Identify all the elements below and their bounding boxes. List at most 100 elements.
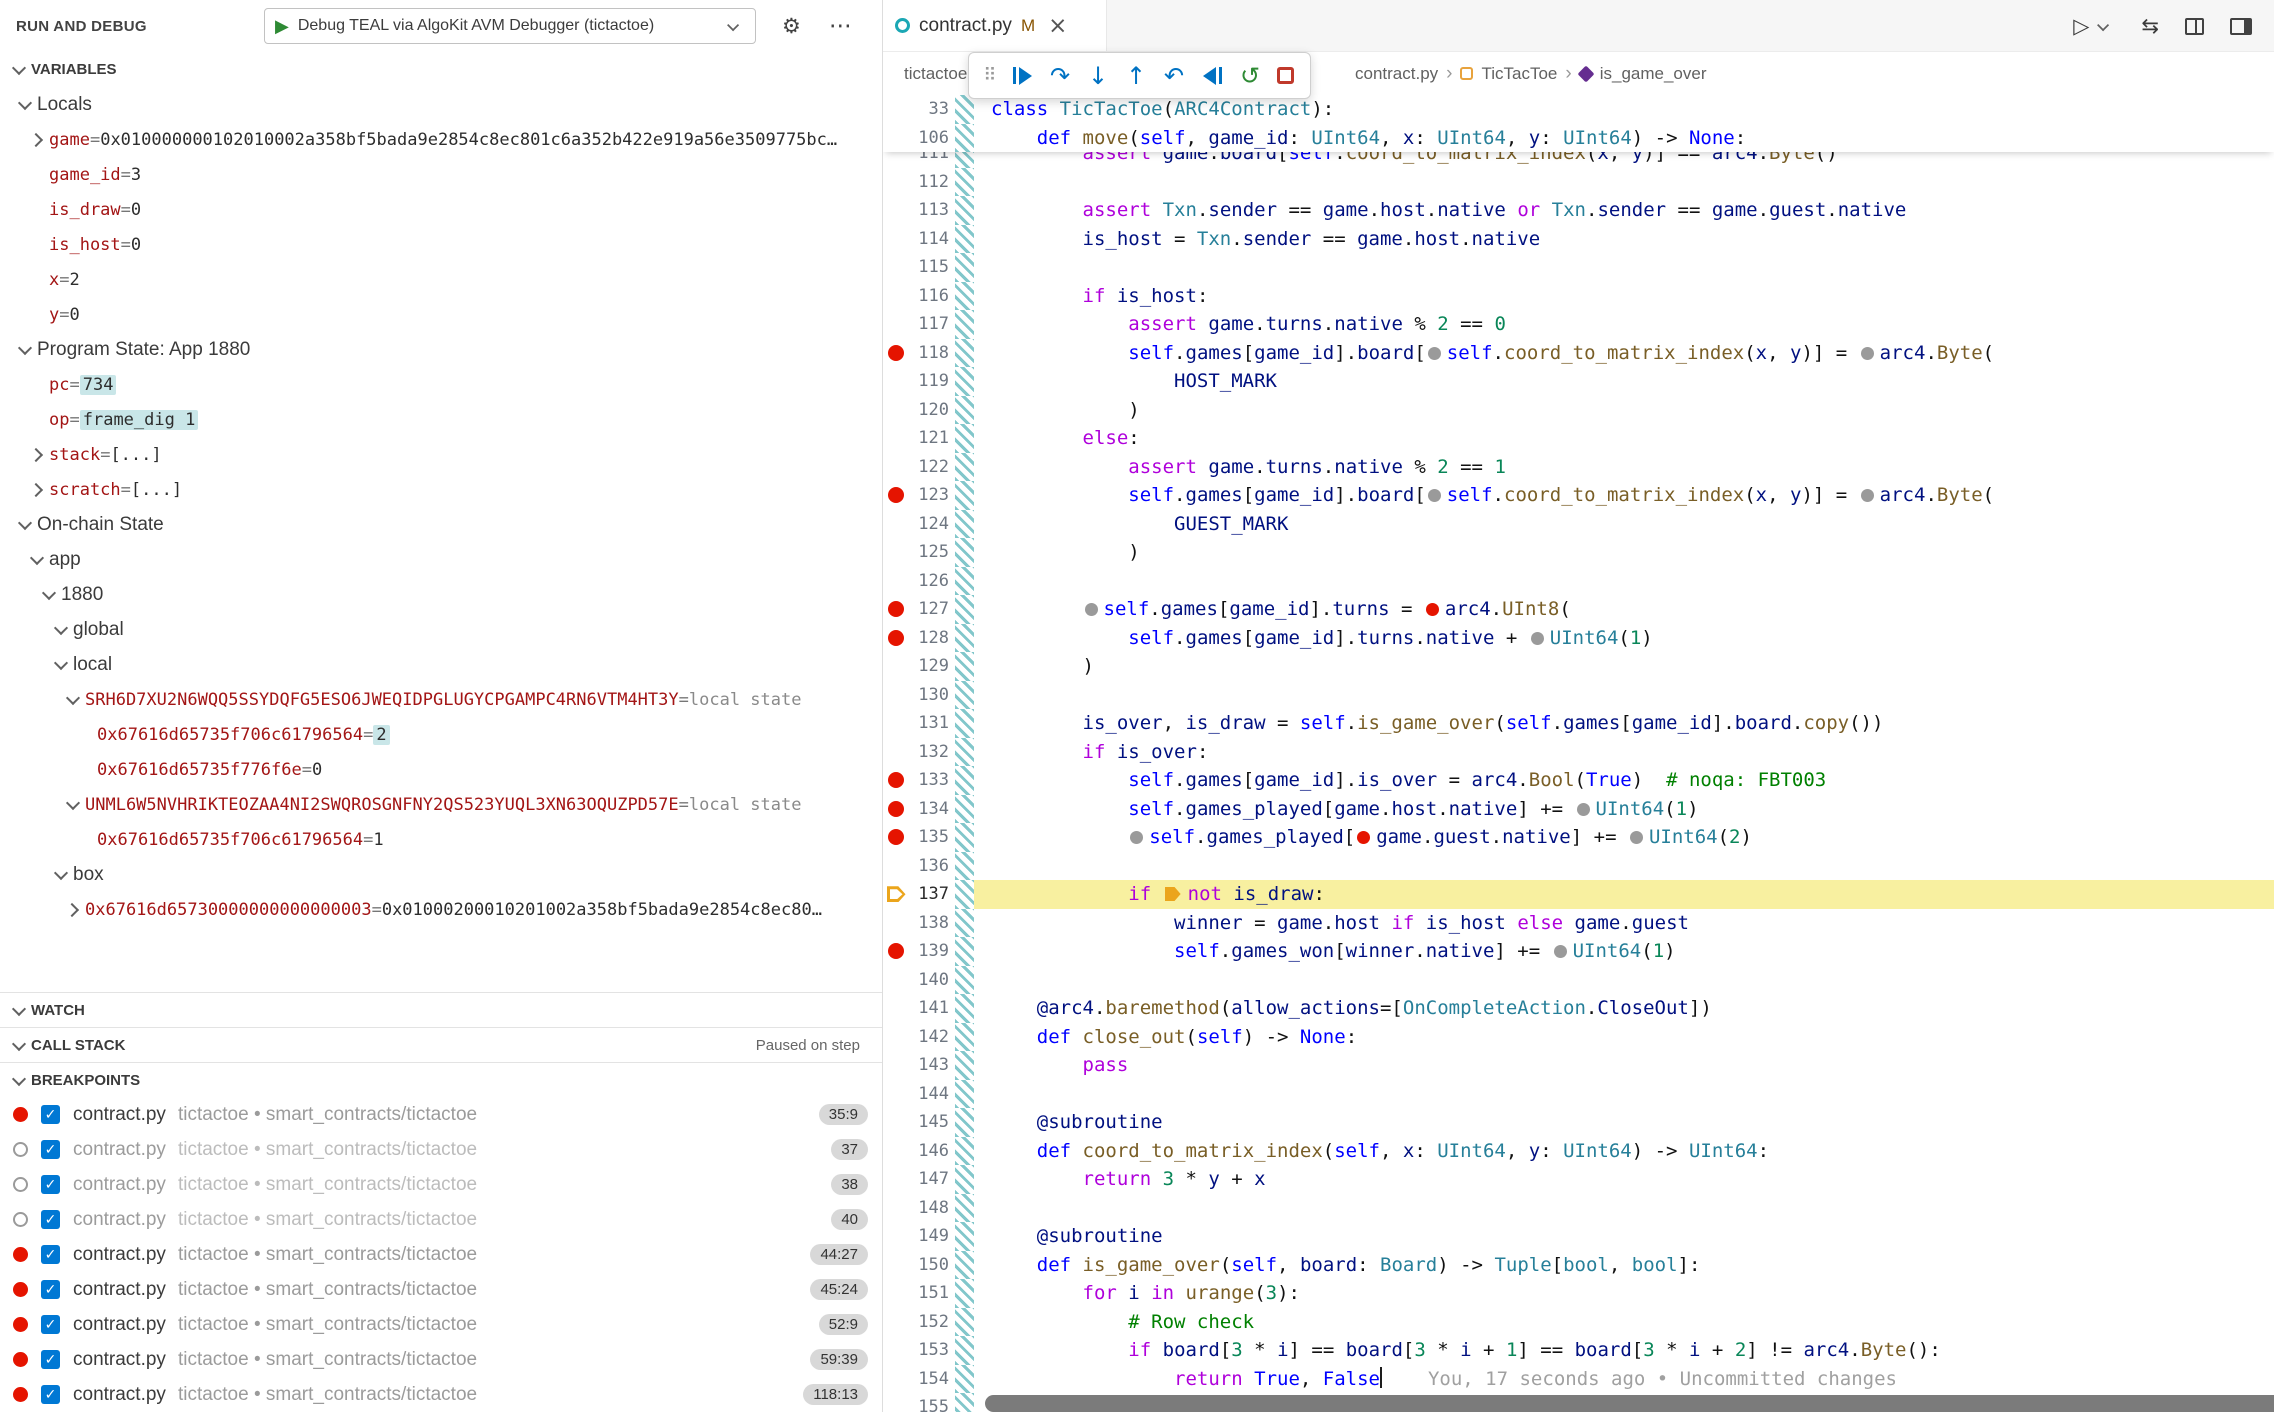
- tree-row[interactable]: local: [0, 647, 882, 682]
- breakpoint-gutter[interactable]: [883, 1279, 909, 1308]
- step-over-button[interactable]: ↷: [1041, 62, 1079, 90]
- breakpoint-gutter[interactable]: [883, 282, 909, 311]
- twistie-icon[interactable]: [62, 688, 85, 711]
- breadcrumb-root[interactable]: tictactoe: [904, 52, 967, 95]
- breakpoint-gutter[interactable]: [883, 1023, 909, 1052]
- code-line[interactable]: 144: [883, 1080, 2274, 1109]
- code-line[interactable]: 145 @subroutine: [883, 1108, 2274, 1137]
- tree-row[interactable]: 0x67616d65735f706c61796564 = 2: [0, 717, 882, 752]
- code-line[interactable]: 135 self.games_played[game.guest.native]…: [883, 823, 2274, 852]
- breakpoint-gutter[interactable]: [883, 1080, 909, 1109]
- tree-row[interactable]: y = 0: [0, 297, 882, 332]
- breadcrumb-item[interactable]: contract.py: [1355, 64, 1438, 84]
- tree-row[interactable]: x = 2: [0, 262, 882, 297]
- breakpoint-gutter[interactable]: [883, 424, 909, 453]
- breakpoint-gutter[interactable]: [883, 595, 909, 624]
- code-line[interactable]: 122 assert game.turns.native % 2 == 1: [883, 453, 2274, 482]
- start-debugging-icon[interactable]: ▶: [275, 16, 289, 37]
- code-line[interactable]: 126: [883, 567, 2274, 596]
- breakpoint-gutter[interactable]: [883, 1393, 909, 1412]
- code-line[interactable]: 149 @subroutine: [883, 1222, 2274, 1251]
- tree-row[interactable]: global: [0, 612, 882, 647]
- breakpoint-dot-icon[interactable]: [888, 772, 904, 788]
- code-line[interactable]: 139 self.games_won[winner.native] += UIn…: [883, 937, 2274, 966]
- breakpoint-checkbox[interactable]: ✓: [41, 1350, 60, 1369]
- code-line[interactable]: 141 @arc4.baremethod(allow_actions=[OnCo…: [883, 994, 2274, 1023]
- split-editor-icon[interactable]: [2185, 18, 2204, 35]
- run-file-button[interactable]: ▷: [2073, 14, 2115, 38]
- code-line[interactable]: 132 if is_over:: [883, 738, 2274, 767]
- breakpoint-gutter[interactable]: [883, 766, 909, 795]
- twistie-icon[interactable]: [38, 583, 61, 606]
- stop-button[interactable]: [1277, 67, 1294, 84]
- breakpoints-section-header[interactable]: BREAKPOINTS: [0, 1062, 882, 1097]
- step-into-button[interactable]: ↓: [1079, 62, 1117, 90]
- run-icon[interactable]: ▷: [2073, 14, 2089, 38]
- twistie-icon[interactable]: [14, 93, 37, 116]
- twistie-icon[interactable]: [14, 513, 37, 536]
- code-line[interactable]: 151 for i in urange(3):: [883, 1279, 2274, 1308]
- breakpoint-gutter[interactable]: [883, 538, 909, 567]
- restart-button[interactable]: ↺: [1231, 62, 1269, 90]
- continue-button[interactable]: [1003, 67, 1041, 85]
- horizontal-scrollbar[interactable]: [985, 1395, 2274, 1412]
- breakpoint-gutter[interactable]: [883, 738, 909, 767]
- breakpoint-row[interactable]: ✓contract.pytictactoe • smart_contracts/…: [0, 1202, 882, 1237]
- sticky-code-line[interactable]: 33class TicTacToe(ARC4Contract):: [883, 95, 2274, 124]
- tree-row[interactable]: On-chain State: [0, 507, 882, 542]
- inline-breakpoint-dot[interactable]: [1861, 347, 1874, 360]
- breakpoint-gutter[interactable]: [883, 1051, 909, 1080]
- breakpoint-gutter[interactable]: [883, 510, 909, 539]
- code-line[interactable]: 138 winner = game.host if is_host else g…: [883, 909, 2274, 938]
- tree-row[interactable]: Locals: [0, 87, 882, 122]
- breakpoint-row[interactable]: ✓contract.pytictactoe • smart_contracts/…: [0, 1272, 882, 1307]
- breakpoint-checkbox[interactable]: ✓: [41, 1140, 60, 1159]
- inline-breakpoint-dot[interactable]: [1426, 603, 1439, 616]
- breakpoint-gutter[interactable]: [883, 567, 909, 596]
- breakpoint-gutter[interactable]: [883, 709, 909, 738]
- code-line[interactable]: 148: [883, 1194, 2274, 1223]
- breakpoint-gutter[interactable]: [883, 124, 909, 153]
- breakpoint-row[interactable]: ✓contract.pytictactoe • smart_contracts/…: [0, 1342, 882, 1377]
- breakpoint-gutter[interactable]: [883, 1251, 909, 1280]
- code-line[interactable]: 153 if board[3 * i] == board[3 * i + 1] …: [883, 1336, 2274, 1365]
- breakpoint-gutter[interactable]: [883, 1194, 909, 1223]
- twistie-icon[interactable]: [14, 338, 37, 361]
- breakpoint-checkbox[interactable]: ✓: [41, 1280, 60, 1299]
- tree-row[interactable]: 1880: [0, 577, 882, 612]
- breakpoint-gutter[interactable]: [883, 937, 909, 966]
- breakpoint-dot-icon[interactable]: [888, 601, 904, 617]
- breakpoint-checkbox[interactable]: ✓: [41, 1175, 60, 1194]
- breakpoint-row[interactable]: ✓contract.pytictactoe • smart_contracts/…: [0, 1097, 882, 1132]
- breakpoint-checkbox[interactable]: ✓: [41, 1210, 60, 1229]
- breakpoint-row[interactable]: ✓contract.pytictactoe • smart_contracts/…: [0, 1132, 882, 1167]
- breakpoint-gutter[interactable]: [883, 1222, 909, 1251]
- inline-breakpoint-dot[interactable]: [1085, 603, 1098, 616]
- tree-row[interactable]: box: [0, 857, 882, 892]
- breakpoint-gutter[interactable]: [883, 1165, 909, 1194]
- breakpoint-dot-icon[interactable]: [888, 829, 904, 845]
- code-line[interactable]: 127 self.games[game_id].turns = arc4.UIn…: [883, 595, 2274, 624]
- breakpoint-gutter[interactable]: [883, 795, 909, 824]
- gear-icon[interactable]: ⚙: [782, 14, 801, 38]
- twistie-icon[interactable]: [62, 793, 85, 816]
- code-line[interactable]: 154 return True, FalseYou, 17 seconds ag…: [883, 1365, 2274, 1394]
- tree-row[interactable]: 0x67616d65735f706c61796564 = 1: [0, 822, 882, 857]
- code-line[interactable]: 119 HOST_MARK: [883, 367, 2274, 396]
- breakpoint-gutter[interactable]: [883, 339, 909, 368]
- customize-layout-icon[interactable]: [2230, 18, 2252, 35]
- breakpoint-gutter[interactable]: [883, 652, 909, 681]
- code-line[interactable]: 124 GUEST_MARK: [883, 510, 2274, 539]
- tree-row[interactable]: op = frame_dig 1: [0, 402, 882, 437]
- code-line[interactable]: 143 pass: [883, 1051, 2274, 1080]
- breakpoint-gutter[interactable]: [883, 1137, 909, 1166]
- breakpoint-gutter[interactable]: [883, 168, 909, 197]
- code-line[interactable]: 136: [883, 852, 2274, 881]
- code-editor[interactable]: 111 assert game.board[self.coord_to_matr…: [883, 95, 2274, 1412]
- code-line[interactable]: 134 self.games_played[game.host.native] …: [883, 795, 2274, 824]
- inline-breakpoint-dot[interactable]: [1630, 831, 1643, 844]
- code-line[interactable]: 146 def coord_to_matrix_index(self, x: U…: [883, 1137, 2274, 1166]
- tree-row[interactable]: is_host = 0: [0, 227, 882, 262]
- breakpoint-gutter[interactable]: [883, 1108, 909, 1137]
- code-line[interactable]: 130: [883, 681, 2274, 710]
